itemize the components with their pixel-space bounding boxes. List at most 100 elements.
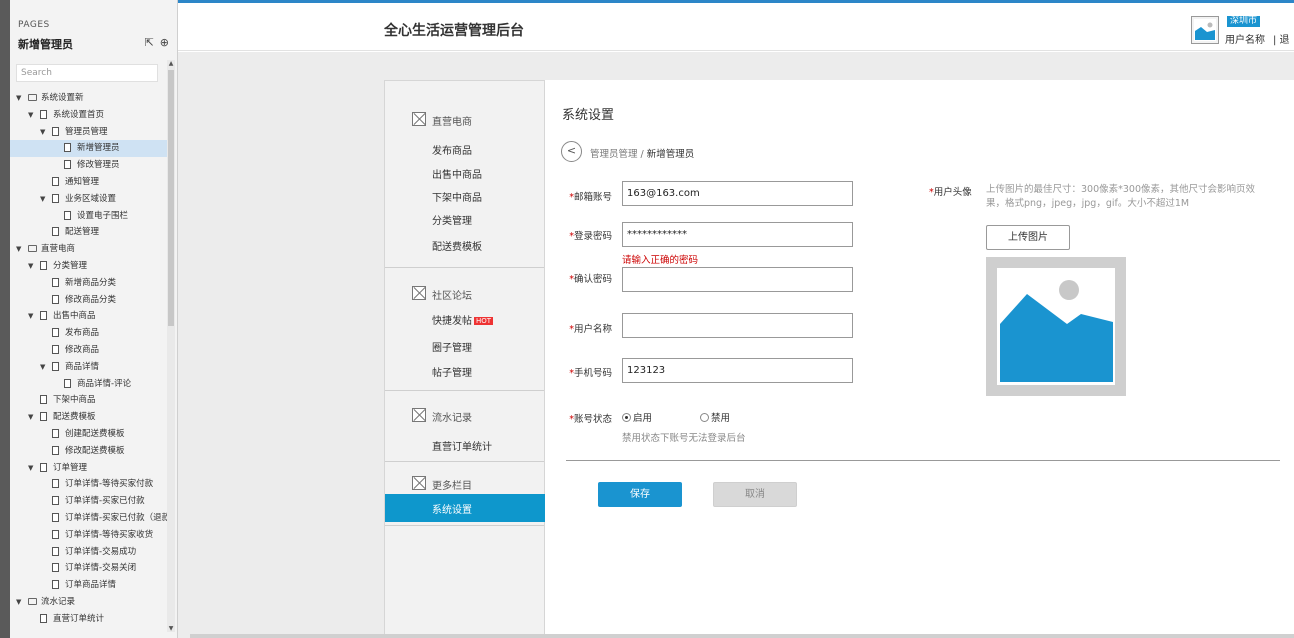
expand-arrow-icon[interactable]: ▼ — [28, 409, 33, 426]
menu-item-on-sale[interactable]: 出售中商品 — [432, 166, 482, 181]
menu-section-ecommerce[interactable]: 直营电商 — [432, 113, 472, 128]
tree-item[interactable]: 发布商品 — [10, 325, 168, 342]
tree-item[interactable]: 配送管理 — [10, 224, 168, 241]
menu-section-forum[interactable]: 社区论坛 — [432, 287, 472, 302]
tree-item[interactable]: ▼ 分类管理 — [10, 258, 168, 275]
tree-item[interactable]: 下架中商品 — [10, 392, 168, 409]
tree-item-label: 系统设置新 — [41, 93, 84, 103]
tree-item[interactable]: 订单详情-等待买家收货 — [10, 527, 168, 544]
menu-item-publish[interactable]: 发布商品 — [432, 142, 472, 157]
tree-item-label: 新增管理员 — [77, 143, 120, 154]
tree-item[interactable]: ▼ 出售中商品 — [10, 308, 168, 325]
pages-search-input[interactable]: Search — [16, 64, 158, 82]
username-field[interactable] — [622, 313, 853, 338]
page-icon — [52, 496, 59, 506]
tree-item[interactable]: 订单详情-买家已付款（退款 — [10, 510, 168, 527]
menu-section-more[interactable]: 更多栏目 — [432, 477, 472, 492]
expand-arrow-icon[interactable]: ▼ — [28, 258, 33, 275]
tree-item[interactable]: ▼ 直营电商 — [10, 241, 168, 258]
expand-arrow-icon[interactable]: ▼ — [16, 241, 21, 258]
tree-item[interactable]: 订单详情-等待买家付款 — [10, 476, 168, 493]
menu-item-quick-post[interactable]: 快捷发帖 HOT — [432, 312, 494, 327]
add-page-icon[interactable]: ⊕ — [160, 36, 169, 49]
tree-item[interactable]: 订单详情-交易关闭 — [10, 560, 168, 577]
expand-arrow-icon[interactable]: ▼ — [40, 359, 45, 376]
pages-scrollbar[interactable]: ▲ ▼ — [167, 60, 175, 632]
page-icon — [52, 361, 59, 371]
user-avatar[interactable] — [1191, 16, 1219, 44]
cancel-button[interactable]: 取消 — [713, 482, 797, 507]
tree-item[interactable]: ▼ 业务区域设置 — [10, 191, 168, 208]
expand-arrow-icon[interactable]: ▼ — [16, 594, 21, 611]
tree-item[interactable]: ▼ 流水记录 — [10, 594, 168, 611]
expand-arrow-icon[interactable]: ▼ — [28, 308, 33, 325]
pages-panel-header: PAGES — [18, 20, 50, 30]
expand-arrow-icon[interactable]: ▼ — [40, 191, 45, 208]
expand-arrow-icon[interactable]: ▼ — [28, 460, 33, 477]
status-enabled-radio[interactable]: 启用 — [622, 410, 652, 424]
phone-field[interactable]: 123123 — [622, 358, 853, 383]
tree-item[interactable]: 通知管理 — [10, 174, 168, 191]
tree-item[interactable]: ▼ 系统设置新 — [10, 90, 168, 107]
expand-arrow-icon[interactable]: ▼ — [16, 90, 21, 107]
tree-item-label: 订单详情-等待买家收货 — [65, 529, 154, 540]
scroll-down-icon[interactable]: ▼ — [167, 625, 175, 632]
menu-item-off-shelf[interactable]: 下架中商品 — [432, 189, 482, 204]
breadcrumb-parent[interactable]: 管理员管理 — [590, 149, 638, 160]
menu-divider — [385, 525, 544, 526]
expand-arrow-icon[interactable]: ▼ — [28, 107, 33, 124]
tree-item-label: 出售中商品 — [53, 311, 96, 322]
horizontal-scrollbar[interactable] — [190, 634, 1294, 638]
save-button[interactable]: 保存 — [598, 482, 682, 507]
back-button[interactable]: < — [561, 141, 582, 162]
tree-item-label: 订单详情-等待买家付款 — [65, 479, 154, 490]
password-field[interactable]: ************ — [622, 222, 853, 247]
page-icon — [64, 210, 71, 220]
tree-item[interactable]: ▼ 配送费模板 — [10, 409, 168, 426]
expand-arrow-icon[interactable]: ▼ — [40, 124, 45, 141]
tree-item[interactable]: 直营订单统计 — [10, 611, 168, 628]
menu-section-records[interactable]: 流水记录 — [432, 409, 472, 424]
menu-item-order-stats[interactable]: 直营订单统计 — [432, 438, 492, 453]
tree-item[interactable]: 新增商品分类 — [10, 275, 168, 292]
tree-item[interactable]: ▼ 管理员管理 — [10, 124, 168, 141]
tree-item[interactable]: 修改商品分类 — [10, 292, 168, 309]
status-disabled-radio[interactable]: 禁用 — [700, 410, 730, 424]
pages-tree: ▼ 系统设置新 ▼ 系统设置首页 ▼ 管理员管理新增管理员修改管理员 通知管理 ▼ 业务区域设置… — [10, 90, 168, 628]
tree-item[interactable]: ▼ 商品详情 — [10, 359, 168, 376]
scrollbar-thumb[interactable] — [168, 70, 174, 326]
tree-item[interactable]: 订单详情-交易成功 — [10, 544, 168, 561]
avatar-preview — [986, 257, 1126, 396]
menu-item-posts[interactable]: 帖子管理 — [432, 364, 472, 379]
tree-item[interactable]: 修改管理员 — [10, 157, 168, 174]
menu-item-circles[interactable]: 圈子管理 — [432, 339, 472, 354]
menu-item-system-settings[interactable]: 系统设置 — [385, 494, 545, 522]
menu-item-category[interactable]: 分类管理 — [432, 212, 472, 227]
tree-item[interactable]: 订单商品详情 — [10, 577, 168, 594]
upload-image-button[interactable]: 上传图片 — [986, 225, 1070, 250]
tree-item[interactable]: 创建配送费模板 — [10, 426, 168, 443]
export-icon[interactable]: ⇱ — [145, 36, 154, 49]
logout-link[interactable]: | 退 — [1273, 31, 1290, 46]
page-icon — [52, 277, 59, 287]
tree-item[interactable]: ▼ 系统设置首页 — [10, 107, 168, 124]
city-selector[interactable]: 深圳市 — [1227, 16, 1261, 27]
tree-item[interactable]: 设置电子围栏 — [10, 208, 168, 225]
image-placeholder-icon — [1000, 280, 1113, 382]
tree-item[interactable]: ▼ 订单管理 — [10, 460, 168, 477]
user-name[interactable]: 用户名称 — [1225, 31, 1265, 46]
tree-item[interactable]: 修改商品 — [10, 342, 168, 359]
confirm-password-field[interactable] — [622, 267, 853, 292]
form-divider — [566, 460, 1280, 461]
tree-item[interactable]: 新增管理员 — [10, 140, 168, 158]
email-field[interactable]: 163@163.com — [622, 181, 853, 206]
tree-item-label: 配送费模板 — [53, 412, 96, 423]
tree-item[interactable]: 修改配送费模板 — [10, 443, 168, 460]
label-text: 登录密码 — [573, 231, 612, 242]
tree-item-label: 新增商品分类 — [65, 277, 117, 288]
tree-item[interactable]: 订单详情-买家已付款 — [10, 493, 168, 510]
page-icon — [64, 143, 71, 153]
menu-item-shipping-template[interactable]: 配送费模板 — [432, 238, 482, 253]
scroll-up-icon[interactable]: ▲ — [167, 60, 175, 67]
tree-item[interactable]: 商品详情-评论 — [10, 376, 168, 393]
